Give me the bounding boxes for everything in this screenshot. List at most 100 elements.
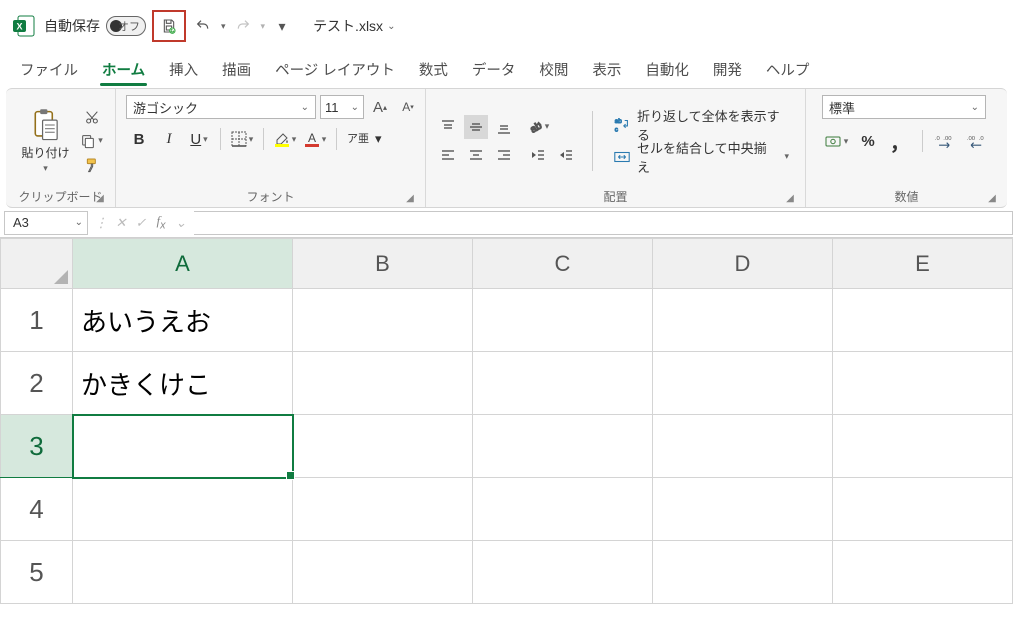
bold-button[interactable]: B — [126, 127, 152, 151]
align-top-button[interactable] — [436, 115, 460, 139]
phonetic-dropdown[interactable]: ▾ — [375, 131, 382, 147]
qat-customize[interactable]: ▾ — [271, 15, 293, 37]
increase-font-button[interactable]: A▴ — [368, 96, 392, 118]
number-launcher[interactable]: ◢ — [985, 191, 999, 205]
cell-D3[interactable] — [653, 415, 833, 478]
cell-A1[interactable]: あいうえお — [73, 289, 293, 352]
tab-automate[interactable]: 自動化 — [633, 53, 701, 88]
cell-A5[interactable] — [73, 541, 293, 604]
cell-D1[interactable] — [653, 289, 833, 352]
row-header-2[interactable]: 2 — [1, 352, 73, 415]
comma-button[interactable]: ， — [886, 127, 914, 155]
svg-text:.0: .0 — [979, 136, 985, 142]
tab-formulas[interactable]: 数式 — [407, 53, 460, 88]
orientation-button[interactable]: ab▾ — [526, 115, 550, 139]
undo-dropdown[interactable]: ▾ — [221, 21, 226, 32]
font-launcher[interactable]: ◢ — [403, 191, 417, 205]
align-right-button[interactable] — [492, 143, 516, 167]
tab-draw[interactable]: 描画 — [210, 53, 263, 88]
chevron-down-icon: ⌄ — [971, 102, 979, 113]
wrap-text-button[interactable]: abc 折り返して全体を表示する — [607, 112, 795, 138]
tab-view[interactable]: 表示 — [580, 53, 633, 88]
fill-color-button[interactable]: ▾ — [272, 127, 298, 151]
name-box[interactable]: A3 ⌄ — [4, 211, 88, 235]
cell-C5[interactable] — [473, 541, 653, 604]
row-header-5[interactable]: 5 — [1, 541, 73, 604]
row-header-4[interactable]: 4 — [1, 478, 73, 541]
cell-E1[interactable] — [833, 289, 1013, 352]
select-all-corner[interactable] — [1, 239, 73, 289]
clipboard-launcher[interactable]: ◢ — [93, 191, 107, 205]
accounting-format-button[interactable]: ▾ — [822, 127, 850, 155]
cell-C3[interactable] — [473, 415, 653, 478]
cell-E5[interactable] — [833, 541, 1013, 604]
cancel-formula-button[interactable]: ✕ — [112, 215, 130, 231]
tab-developer[interactable]: 開発 — [701, 53, 754, 88]
cell-B4[interactable] — [293, 478, 473, 541]
cell-B5[interactable] — [293, 541, 473, 604]
decrease-font-button[interactable]: A▾ — [396, 96, 420, 118]
tab-help[interactable]: ヘルプ — [754, 53, 822, 88]
increase-indent-button[interactable] — [554, 143, 578, 167]
align-center-button[interactable] — [464, 143, 488, 167]
file-title[interactable]: テスト.xlsx ⌄ — [313, 16, 395, 36]
col-header-B[interactable]: B — [293, 239, 473, 289]
cell-C2[interactable] — [473, 352, 653, 415]
align-left-button[interactable] — [436, 143, 460, 167]
cell-D5[interactable] — [653, 541, 833, 604]
borders-button[interactable]: ▾ — [229, 127, 255, 151]
cell-C4[interactable] — [473, 478, 653, 541]
cell-D4[interactable] — [653, 478, 833, 541]
copy-button[interactable]: ▾ — [80, 130, 104, 152]
undo-button[interactable] — [192, 15, 214, 37]
col-header-E[interactable]: E — [833, 239, 1013, 289]
format-painter-button[interactable] — [80, 154, 104, 176]
tab-data[interactable]: データ — [460, 53, 528, 88]
row-header-3[interactable]: 3 — [1, 415, 73, 478]
enter-formula-button[interactable]: ✓ — [132, 215, 150, 231]
font-name-select[interactable]: 游ゴシック ⌄ — [126, 95, 316, 119]
cell-A2[interactable]: かきくけこ — [73, 352, 293, 415]
increase-decimal-button[interactable]: .0.00 — [931, 127, 959, 155]
redo-button[interactable] — [232, 15, 254, 37]
cell-B2[interactable] — [293, 352, 473, 415]
save-button[interactable] — [158, 15, 180, 37]
redo-dropdown[interactable]: ▾ — [261, 21, 266, 32]
underline-button[interactable]: U▾ — [186, 127, 212, 151]
autosave-toggle[interactable]: オフ — [106, 16, 146, 36]
insert-function-button[interactable]: fx — [152, 213, 170, 232]
tab-pagelayout[interactable]: ページ レイアウト — [263, 53, 407, 88]
col-header-C[interactable]: C — [473, 239, 653, 289]
col-header-D[interactable]: D — [653, 239, 833, 289]
merge-center-button[interactable]: セルを結合して中央揃え ▾ — [607, 144, 795, 170]
tab-file[interactable]: ファイル — [8, 53, 90, 88]
alignment-launcher[interactable]: ◢ — [783, 191, 797, 205]
cell-E4[interactable] — [833, 478, 1013, 541]
cell-A4[interactable] — [73, 478, 293, 541]
cell-E2[interactable] — [833, 352, 1013, 415]
decrease-decimal-button[interactable]: .00.0 — [963, 127, 991, 155]
cut-button[interactable] — [80, 106, 104, 128]
cell-C1[interactable] — [473, 289, 653, 352]
cell-D2[interactable] — [653, 352, 833, 415]
decrease-indent-button[interactable] — [526, 143, 550, 167]
number-format-select[interactable]: 標準 ⌄ — [822, 95, 986, 119]
paste-button[interactable]: 貼り付け ▾ — [17, 106, 73, 176]
row-header-1[interactable]: 1 — [1, 289, 73, 352]
phonetic-button[interactable]: ア亜 — [345, 127, 371, 151]
cell-A3[interactable] — [73, 415, 293, 478]
tab-insert[interactable]: 挿入 — [157, 53, 210, 88]
cell-E3[interactable] — [833, 415, 1013, 478]
cell-B3[interactable] — [293, 415, 473, 478]
formula-input[interactable] — [194, 211, 1013, 235]
cell-B1[interactable] — [293, 289, 473, 352]
font-size-select[interactable]: 11 ⌄ — [320, 95, 364, 119]
align-bottom-button[interactable] — [492, 115, 516, 139]
font-color-button[interactable]: A▾ — [302, 127, 328, 151]
tab-review[interactable]: 校閲 — [527, 53, 580, 88]
col-header-A[interactable]: A — [73, 239, 293, 289]
percent-button[interactable]: % — [854, 127, 882, 155]
align-middle-button[interactable] — [464, 115, 488, 139]
tab-home[interactable]: ホーム — [90, 53, 157, 88]
italic-button[interactable]: I — [156, 127, 182, 151]
